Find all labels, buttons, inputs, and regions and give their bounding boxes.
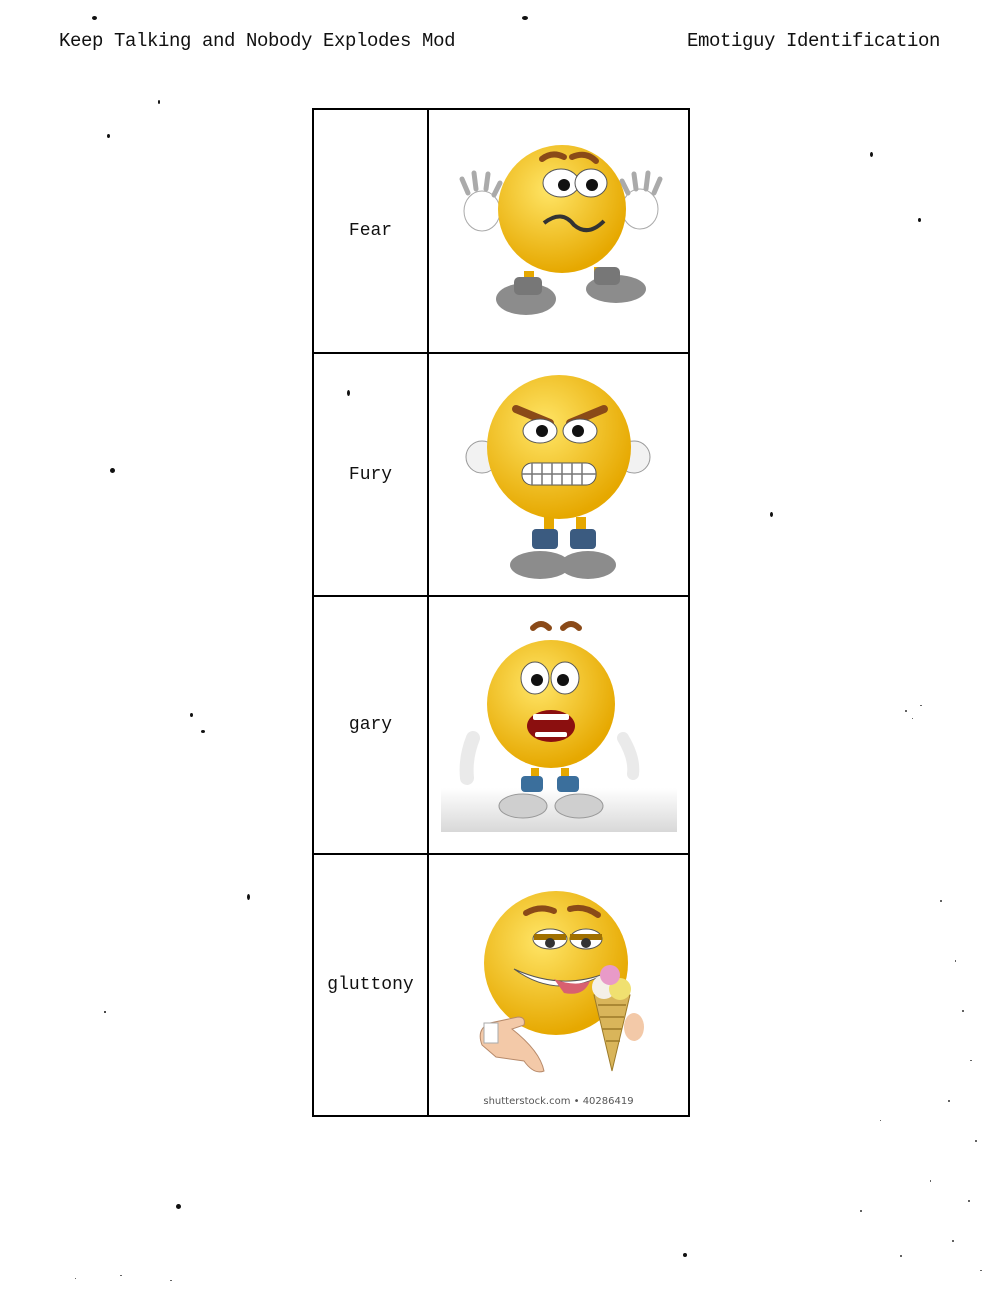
emotion-label: gluttony bbox=[312, 853, 429, 1117]
header-right-title: Emotiguy Identification bbox=[686, 30, 940, 52]
emotion-label: gary bbox=[312, 595, 429, 855]
image-credit: shutterstock.com • 40286419 bbox=[483, 1096, 634, 1107]
table-row: Fury bbox=[312, 352, 690, 597]
emotion-label: Fury bbox=[312, 352, 429, 597]
fury-emotiguy-icon bbox=[465, 374, 650, 579]
fear-emotiguy-icon bbox=[459, 145, 662, 315]
emotion-label: Fear bbox=[312, 108, 429, 354]
gary-emotiguy-icon bbox=[440, 621, 677, 832]
table-row: gary bbox=[312, 595, 690, 855]
emotiguy-table: Fear Fury gary gluttony shutterstock.com… bbox=[312, 108, 690, 1117]
header-left-title: Keep Talking and Nobody Explodes Mod bbox=[59, 30, 456, 52]
table-row: Fear bbox=[312, 108, 690, 354]
gluttony-emotiguy-icon bbox=[479, 891, 644, 1073]
table-row: gluttony shutterstock.com • 40286419 bbox=[312, 853, 690, 1117]
